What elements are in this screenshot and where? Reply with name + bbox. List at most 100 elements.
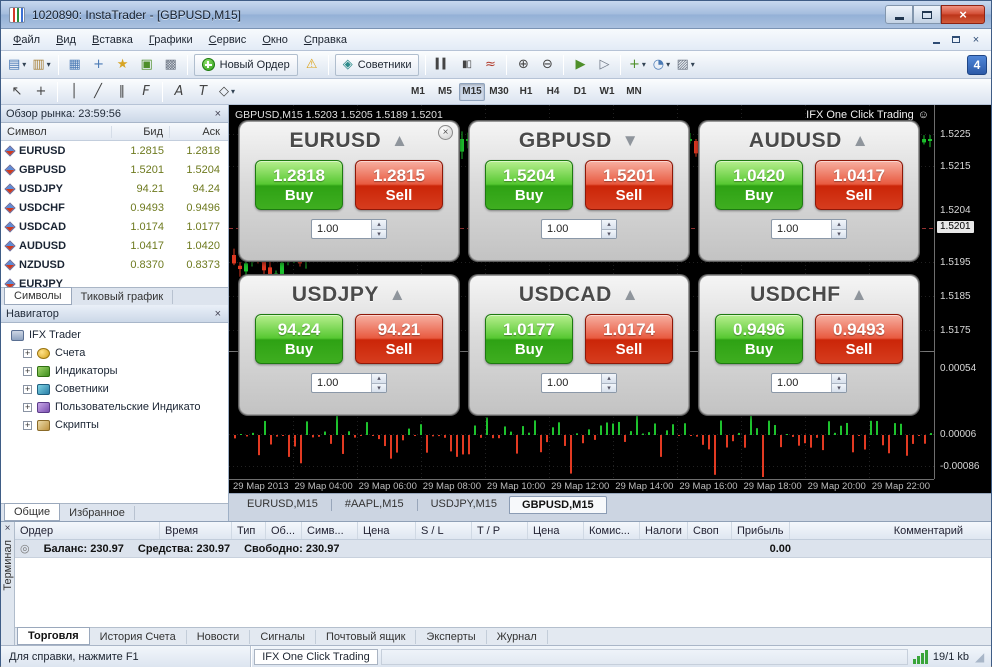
spin-down-icon[interactable]: ▾ — [832, 383, 846, 393]
notification-badge[interactable]: 4 — [967, 55, 987, 75]
chart-tab-aapl[interactable]: #AAPL,M15 — [333, 496, 416, 512]
sell-button[interactable]: 1.0174Sell — [585, 314, 673, 364]
menu-charts[interactable]: Графики — [141, 32, 201, 48]
tree-item-accounts[interactable]: +Счета — [1, 344, 228, 362]
expand-icon[interactable]: + — [23, 349, 32, 358]
market-watch-row[interactable]: GBPUSD1.52011.5204 — [1, 160, 228, 179]
chart-tab-eurusd[interactable]: EURUSD,M15 — [235, 496, 330, 512]
periods-button[interactable]: ◔▾ — [649, 54, 673, 76]
timeframe-w1[interactable]: W1 — [594, 83, 620, 101]
market-watch-row[interactable]: USDJPY94.2194.24 — [1, 179, 228, 198]
tree-item-root[interactable]: IFX Trader — [1, 326, 228, 344]
panel-close-icon[interactable]: × — [438, 125, 453, 140]
spin-down-icon[interactable]: ▾ — [602, 229, 616, 239]
spin-up-icon[interactable]: ▴ — [372, 220, 386, 229]
menu-file[interactable]: Файл — [5, 32, 48, 48]
market-watch-close-icon[interactable]: × — [213, 108, 223, 120]
timeframe-h1[interactable]: H1 — [513, 83, 539, 101]
market-watch-button[interactable]: ▦ — [63, 54, 87, 76]
chart-shift-button[interactable]: ▷ — [592, 54, 616, 76]
strategy-tester-button[interactable]: ▩ — [159, 54, 183, 76]
fibonacci-button[interactable]: F — [134, 81, 158, 103]
spin-down-icon[interactable]: ▾ — [602, 383, 616, 393]
trendline-button[interactable]: ╱ — [86, 81, 110, 103]
tree-item-scripts[interactable]: +Скрипты — [1, 416, 228, 434]
templates-button[interactable]: ▨▾ — [673, 54, 697, 76]
close-button[interactable]: × — [941, 5, 985, 24]
data-window-button[interactable]: + — [87, 54, 111, 76]
crosshair-button[interactable]: + — [29, 81, 53, 103]
buy-button[interactable]: 1.0420Buy — [715, 160, 803, 210]
spin-down-icon[interactable]: ▾ — [372, 229, 386, 239]
timeframe-m15[interactable]: M15 — [459, 83, 485, 101]
volume-stepper[interactable]: ▴▾ — [541, 219, 617, 239]
tree-item-custom-indicators[interactable]: +Пользовательские Индикато — [1, 398, 228, 416]
volume-stepper[interactable]: ▴▾ — [311, 219, 387, 239]
spin-up-icon[interactable]: ▴ — [602, 374, 616, 383]
menu-service[interactable]: Сервис — [201, 32, 255, 48]
mdi-minimize-button[interactable] — [927, 32, 945, 47]
sell-button[interactable]: 0.9493Sell — [815, 314, 903, 364]
bar-chart-button[interactable]: ▍▍ — [430, 54, 454, 76]
spin-up-icon[interactable]: ▴ — [832, 374, 846, 383]
expand-icon[interactable]: + — [23, 367, 32, 376]
shapes-button[interactable]: ◇▾ — [215, 81, 239, 103]
spin-down-icon[interactable]: ▾ — [832, 229, 846, 239]
market-watch-row[interactable]: USDCHF0.94930.9496 — [1, 198, 228, 217]
expand-icon[interactable]: + — [23, 385, 32, 394]
timeframe-d1[interactable]: D1 — [567, 83, 593, 101]
navigator-button[interactable]: ★ — [111, 54, 135, 76]
chart-tab-gbpusd[interactable]: GBPUSD,M15 — [509, 496, 607, 514]
maximize-button[interactable] — [913, 5, 941, 24]
minimize-button[interactable] — [885, 5, 913, 24]
alert-button[interactable]: ⚠ — [300, 54, 324, 76]
market-watch-row[interactable]: USDCAD1.01741.0177 — [1, 217, 228, 236]
text-button[interactable]: A — [167, 81, 191, 103]
timeframe-m1[interactable]: M1 — [405, 83, 431, 101]
tab-account-history[interactable]: История Счета — [90, 630, 187, 644]
timeframe-h4[interactable]: H4 — [540, 83, 566, 101]
sell-button[interactable]: 1.2815Sell — [355, 160, 443, 210]
menu-window[interactable]: Окно — [254, 32, 296, 48]
line-chart-button[interactable]: ≈ — [478, 54, 502, 76]
time-axis[interactable]: 29 Мар 2013 29 Мар 04:00 29 Мар 06:00 29… — [229, 479, 934, 493]
timeframe-m30[interactable]: M30 — [486, 83, 512, 101]
expand-icon[interactable]: + — [23, 403, 32, 412]
zoom-out-button[interactable]: ⊖ — [535, 54, 559, 76]
menu-insert[interactable]: Вставка — [84, 32, 141, 48]
mdi-close-button[interactable]: × — [967, 32, 985, 47]
spin-up-icon[interactable]: ▴ — [372, 374, 386, 383]
tree-item-indicators[interactable]: +Индикаторы — [1, 362, 228, 380]
terminal-button[interactable]: ▣ — [135, 54, 159, 76]
new-chart-button[interactable]: ▤▾ — [5, 54, 29, 76]
tab-trade[interactable]: Торговля — [17, 627, 90, 645]
timeframe-m5[interactable]: M5 — [432, 83, 458, 101]
volume-input[interactable] — [542, 220, 601, 238]
tab-journal[interactable]: Журнал — [487, 630, 548, 644]
terminal-close-icon[interactable]: × — [5, 524, 11, 534]
tab-symbols[interactable]: Символы — [4, 287, 72, 305]
market-watch-row[interactable]: AUDUSD1.04171.0420 — [1, 236, 228, 255]
navigator-close-icon[interactable]: × — [213, 308, 223, 320]
volume-input[interactable] — [772, 220, 831, 238]
volume-stepper[interactable]: ▴▾ — [541, 373, 617, 393]
volume-stepper[interactable]: ▴▾ — [771, 373, 847, 393]
resize-grip[interactable]: ◢ — [975, 650, 991, 664]
expand-icon[interactable]: + — [23, 421, 32, 430]
new-order-button[interactable]: Новый Ордер — [194, 54, 298, 76]
market-watch-row[interactable]: EURJPY — [1, 274, 228, 287]
channel-button[interactable]: ∥ — [110, 81, 134, 103]
sell-button[interactable]: 1.0417Sell — [815, 160, 903, 210]
tree-item-advisors[interactable]: +Советники — [1, 380, 228, 398]
vertical-line-button[interactable]: │ — [62, 81, 86, 103]
tab-mailbox[interactable]: Почтовый ящик — [316, 630, 416, 644]
buy-button[interactable]: 0.9496Buy — [715, 314, 803, 364]
tab-common[interactable]: Общие — [4, 503, 60, 521]
mdi-restore-button[interactable] — [947, 32, 965, 47]
tab-tick-chart[interactable]: Тиковый график — [72, 290, 174, 304]
menu-view[interactable]: Вид — [48, 32, 84, 48]
volume-input[interactable] — [542, 374, 601, 392]
volume-input[interactable] — [312, 374, 371, 392]
spin-up-icon[interactable]: ▴ — [832, 220, 846, 229]
market-watch-row[interactable]: NZDUSD0.83700.8373 — [1, 255, 228, 274]
